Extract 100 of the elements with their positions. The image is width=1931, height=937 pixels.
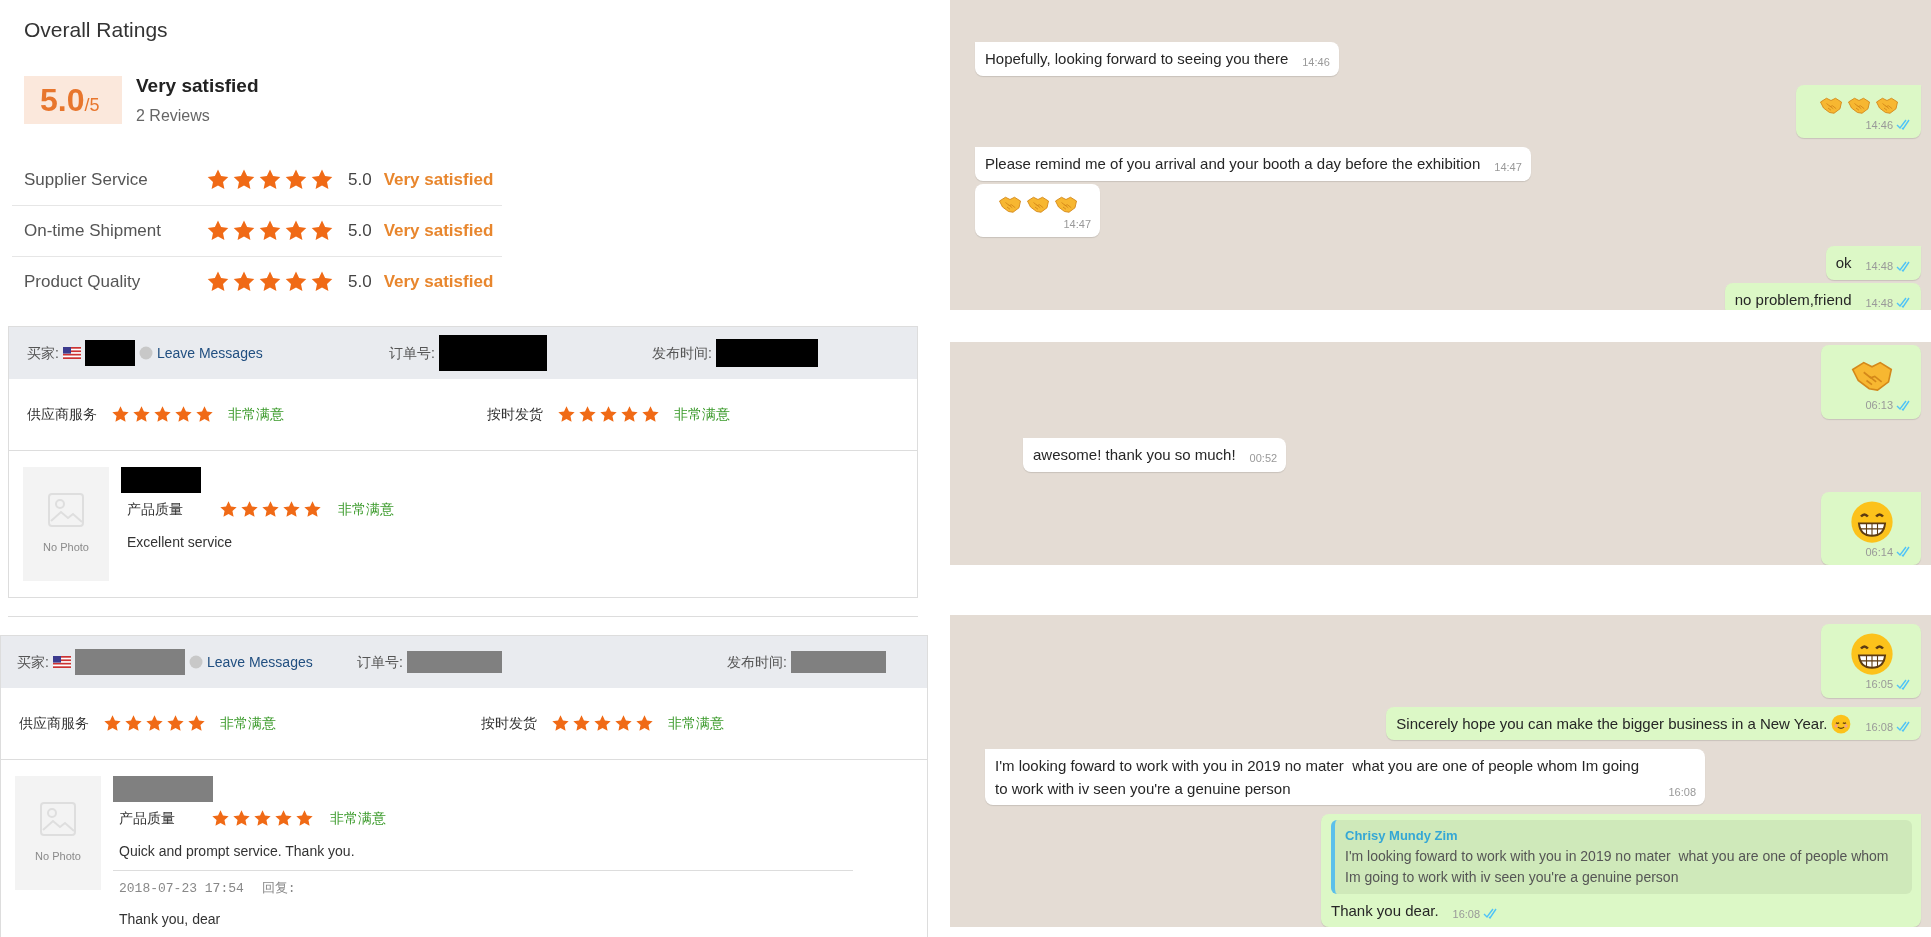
leave-messages-link[interactable]: Leave Messages [206,651,313,673]
rating-verdict: 非常满意 [220,714,276,733]
rating-label: On-time Shipment [24,220,162,243]
star-icon [614,714,633,733]
message-text: Please remind me of you arrival and your booth a day before the exhibition [985,154,1481,174]
rating-label: 供应商服务 [27,405,97,424]
reply-label: 回复: [261,881,296,896]
no-photo-label: No Photo [43,539,89,555]
field-label: 买家: [27,343,59,363]
review-comment: Excellent service [127,533,234,552]
rating-score: 5.0 [348,271,372,294]
review-count: 2 Reviews [136,106,211,126]
rating-verdict: 非常满意 [674,405,730,424]
star-icon [557,405,576,424]
message-text: ok [1835,253,1852,273]
star-icon [284,270,308,294]
rating-verdict: 非常满意 [330,809,386,828]
star-icon [274,809,293,828]
field-label: 买家: [17,652,49,672]
message-text: Sincerely hope you can make the bigger business in a New Year. [1396,713,1828,734]
star-icon [572,714,591,733]
reply-time: 2018-07-23 17:54 [119,881,244,896]
rating-label: 按时发货 [481,714,537,733]
star-icon [124,714,143,733]
message-time: 14:48 [1865,295,1893,310]
star-icon [261,500,280,519]
message-time: 16:08 [1452,906,1481,922]
message-time: 16:08 [1668,784,1696,800]
message-time: 14:47 [1063,216,1091,232]
score-value: 5.0 [40,80,85,120]
message-time: 16:08 [1865,719,1893,735]
message-text: I'm looking foward to work with you in 2019 no mater what you are one of people whom Im going to work with iv seen you're a genuine person [995,756,1641,799]
star-icon [195,405,214,424]
star-icon [641,405,660,424]
star-icon [132,405,151,424]
quote-author: Chrisy Mundy Zim [1345,827,1459,845]
message-time: 06:13 [1865,398,1893,413]
verdict-label: Very satisfied [136,73,259,98]
rating-verdict: 非常满意 [338,500,394,519]
star-icon [635,714,654,733]
reply-text: Thank you, dear [119,909,222,929]
flag-icon [52,656,71,668]
rating-label: 产品质量 [127,500,183,519]
star-icon [111,405,130,424]
star-icon [219,500,238,519]
rating-label: 产品质量 [119,809,175,828]
leave-messages-link[interactable]: Leave Messages [156,342,263,364]
star-icon [211,809,230,828]
rating-verdict: 非常满意 [228,405,284,424]
star-icon [187,714,206,733]
smiling-face-icon [1831,713,1852,734]
rating-verdict: Very satisfied [383,168,494,191]
message-time: 14:46 [1302,55,1330,70]
rating-label: Supplier Service [24,168,149,191]
star-icon [593,714,612,733]
star-icon [295,809,314,828]
star-icon [232,809,251,828]
star-icon [145,714,164,733]
star-icon [232,270,256,294]
star-icon [153,405,172,424]
star-icon [620,405,639,424]
rating-verdict: Very satisfied [383,220,494,243]
message-time: 16:05 [1865,677,1893,692]
rating-label: 供应商服务 [19,714,89,733]
section-title: Overall Ratings [24,17,169,43]
rating-score: 5.0 [348,220,372,243]
star-icon [166,714,185,733]
field-label: 发布时间: [727,652,787,672]
rating-label: 按时发货 [487,405,543,424]
rating-score: 5.0 [348,168,372,191]
field-label: 订单号: [389,343,435,363]
star-icon [174,405,193,424]
message-text: awesome! thank you so much! [1033,445,1236,466]
message-time: 14:48 [1865,259,1893,274]
star-icon [282,500,301,519]
rating-verdict: 非常满意 [668,714,724,733]
flag-icon [62,347,81,359]
dot-icon [138,346,153,360]
quote-text: I'm looking foward to work with you in 2019 no mater what you are one of people whom Im going to work with iv seen you're a genuine person [1345,846,1890,887]
star-icon [258,219,282,243]
star-icon [240,500,259,519]
grin-face-icon [1849,632,1894,676]
field-label: 订单号: [357,652,403,672]
star-icon [253,809,272,828]
star-icon [103,714,122,733]
message-time: 14:47 [1494,160,1522,175]
star-icon [206,219,230,243]
no-photo-label: No Photo [35,848,81,864]
grin-face-icon [1849,499,1894,544]
message-time: 14:46 [1865,117,1893,133]
star-icon [232,219,256,243]
score-max: /5 [84,94,100,117]
star-icon [310,219,334,243]
message-text: Hopefully, looking forward to seeing you there [985,49,1289,69]
review-comment: Quick and prompt service. Thank you. [119,842,356,861]
star-icon [206,270,230,294]
star-icon [258,270,282,294]
message-text: Thank you dear. [1331,900,1439,921]
message-time: 00:52 [1249,451,1278,467]
field-label: 发布时间: [652,343,712,363]
